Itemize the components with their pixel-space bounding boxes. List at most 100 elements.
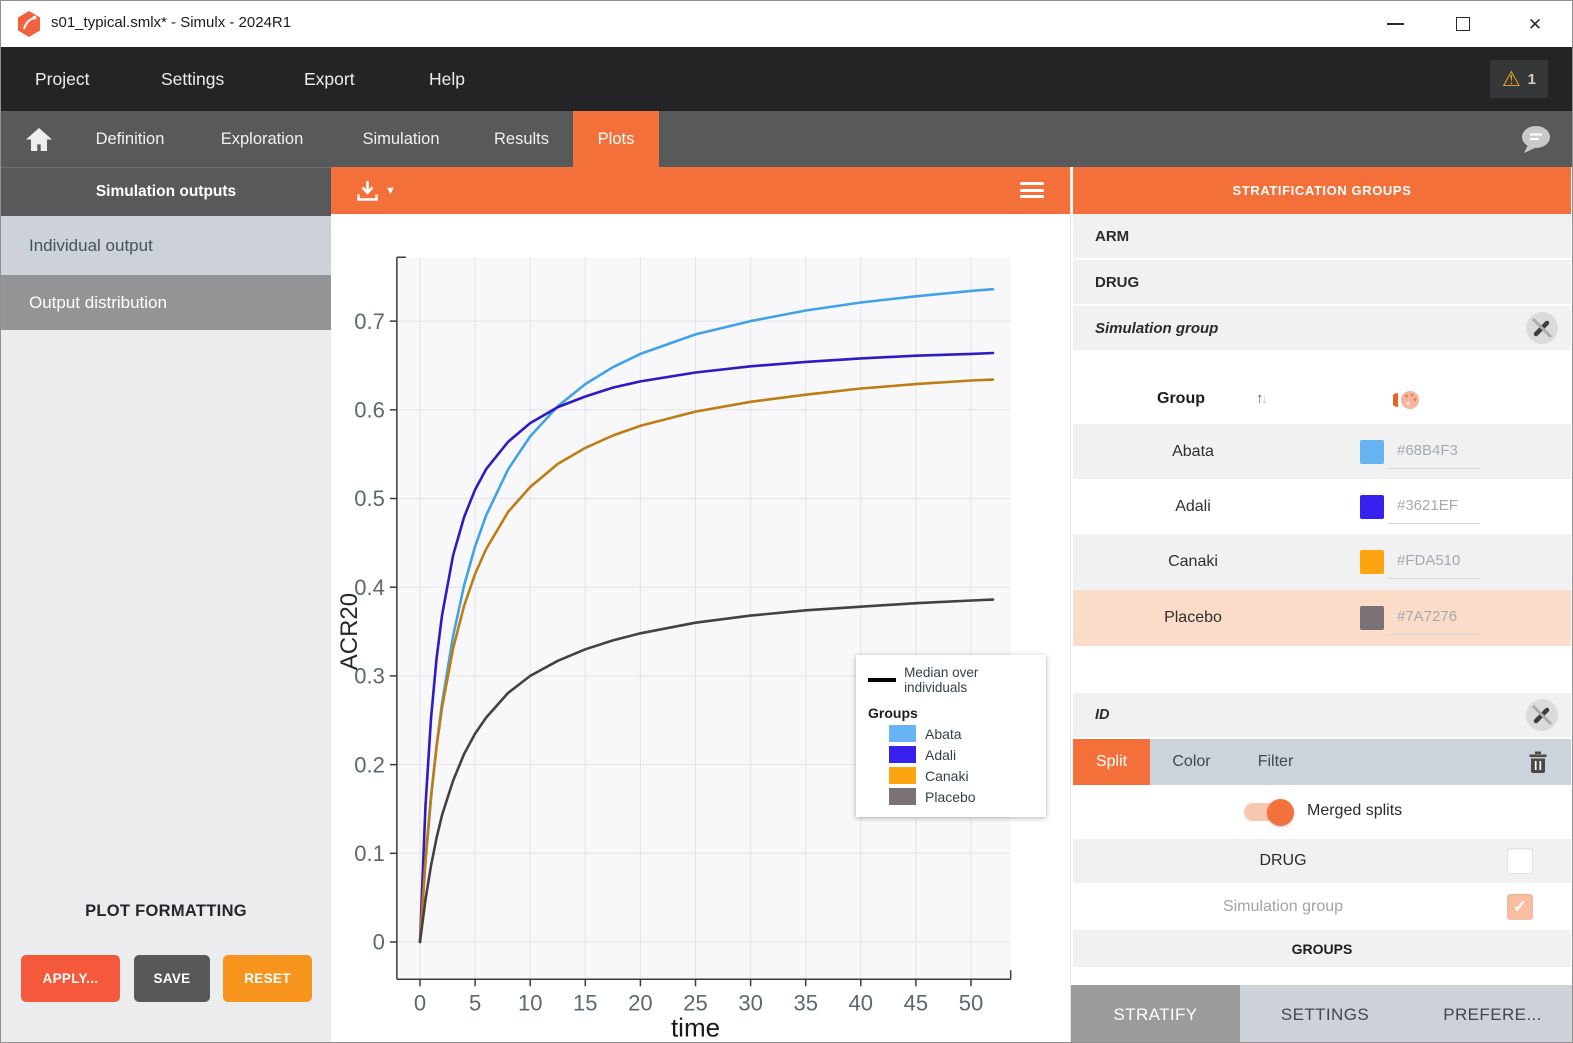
edit-disabled-icon[interactable]: [1525, 311, 1559, 345]
tab-filter[interactable]: Filter: [1233, 739, 1318, 785]
group-row-adali: Adali #3621EF: [1073, 479, 1571, 534]
warnings-badge[interactable]: ⚠ 1: [1490, 60, 1548, 98]
minimize-icon: [1387, 23, 1404, 25]
drug-checkbox[interactable]: [1507, 848, 1533, 874]
svg-text:0: 0: [414, 990, 426, 1015]
svg-text:35: 35: [793, 990, 817, 1015]
plot-menu-button[interactable]: [1020, 179, 1044, 201]
tab-settings[interactable]: SETTINGS: [1240, 985, 1410, 1043]
tab-definition[interactable]: Definition: [75, 111, 185, 167]
panel-bottom-tabs: STRATIFY SETTINGS PREFERE...: [1071, 985, 1573, 1043]
stratification-header: STRATIFICATION GROUPS: [1073, 167, 1571, 214]
caret-down-icon: ▼: [385, 185, 396, 197]
simulation-group-checkbox[interactable]: [1507, 894, 1533, 920]
close-icon: ✕: [1528, 16, 1542, 33]
abata-color-swatch: [889, 725, 916, 742]
adali-color-swatch: [889, 746, 916, 763]
sidebar-item-individual-output[interactable]: Individual output: [1, 216, 331, 275]
warning-icon: ⚠: [1502, 69, 1521, 90]
group-color-hex-input[interactable]: #3621EF: [1388, 488, 1480, 524]
plot-formatting-title: PLOT FORMATTING: [1, 902, 331, 921]
menu-help[interactable]: Help: [429, 47, 465, 111]
close-button[interactable]: ✕: [1513, 1, 1557, 47]
apply-button[interactable]: APPLY...: [21, 955, 120, 1002]
trash-icon[interactable]: [1527, 750, 1549, 774]
plot-legend: Median over individuals Groups Abata Ada…: [856, 655, 1046, 817]
warning-count: 1: [1528, 71, 1536, 88]
group-table-header: Group ↑↓: [1073, 379, 1571, 424]
home-icon: [24, 126, 54, 153]
svg-text:0.6: 0.6: [354, 398, 385, 423]
menu-export[interactable]: Export: [304, 47, 355, 111]
group-name[interactable]: Canaki: [1073, 534, 1313, 590]
covariate-row-drug[interactable]: DRUG: [1073, 260, 1571, 304]
svg-text:20: 20: [628, 990, 652, 1015]
tab-color[interactable]: Color: [1150, 739, 1233, 785]
sort-icon[interactable]: ↑↓: [1256, 390, 1265, 407]
svg-text:40: 40: [849, 990, 873, 1015]
svg-text:ACR20: ACR20: [336, 593, 363, 670]
tab-exploration[interactable]: Exploration: [201, 111, 323, 167]
chat-bubble-icon: [1519, 124, 1553, 155]
tab-split[interactable]: Split: [1073, 739, 1150, 785]
group-name[interactable]: Placebo: [1073, 590, 1313, 646]
tab-results[interactable]: Results: [479, 111, 564, 167]
group-name[interactable]: Adali: [1073, 479, 1313, 534]
covariate-row-id[interactable]: ID: [1073, 693, 1571, 737]
output-distribution-plot: 00.10.20.30.40.50.60.7051015202530354045…: [331, 214, 1070, 1043]
tab-simulation[interactable]: Simulation: [343, 111, 459, 167]
minimize-button[interactable]: [1373, 1, 1417, 47]
merged-splits-label: Merged splits: [1307, 785, 1402, 837]
legend-item-abata: Abata: [868, 725, 1036, 742]
covariate-row-arm[interactable]: ARM: [1073, 214, 1571, 258]
tab-stratify[interactable]: STRATIFY: [1071, 985, 1240, 1043]
menu-bar: Project Settings Export Help ⚠ 1: [1, 47, 1573, 111]
legend-item-adali: Adali: [868, 746, 1036, 763]
tab-plots[interactable]: Plots: [573, 111, 659, 167]
export-plot-button[interactable]: ▼: [355, 175, 396, 206]
reset-button[interactable]: RESET: [223, 955, 312, 1002]
title-bar: s01_typical.smlx* - Simulx - 2024R1 ✕: [1, 1, 1573, 47]
group-color-hex-input[interactable]: #FDA510: [1388, 543, 1480, 579]
median-line-swatch: [868, 678, 896, 682]
svg-text:15: 15: [573, 990, 597, 1015]
group-color-swatch[interactable]: [1360, 495, 1384, 519]
group-color-hex-input[interactable]: #68B4F3: [1388, 433, 1480, 469]
maximize-button[interactable]: [1441, 1, 1485, 47]
group-name[interactable]: Abata: [1073, 424, 1313, 479]
legend-groups-title: Groups: [868, 705, 1036, 721]
svg-text:0.5: 0.5: [354, 486, 385, 511]
group-color-swatch[interactable]: [1360, 440, 1384, 464]
group-color-swatch[interactable]: [1360, 550, 1384, 574]
svg-text:10: 10: [518, 990, 542, 1015]
window-title: s01_typical.smlx* - Simulx - 2024R1: [51, 14, 291, 31]
feedback-button[interactable]: [1512, 111, 1560, 167]
legend-item-canaki: Canaki: [868, 767, 1036, 784]
group-row-placebo: Placebo #7A7276: [1073, 590, 1571, 646]
merged-splits-toggle[interactable]: [1244, 803, 1291, 821]
group-color-hex-input[interactable]: #7A7276: [1388, 599, 1480, 635]
svg-text:0: 0: [373, 930, 385, 955]
plots-sidebar: Simulation outputs Individual output Out…: [1, 167, 331, 1043]
group-color-swatch[interactable]: [1360, 606, 1384, 630]
legend-item-placebo: Placebo: [868, 788, 1036, 805]
palette-icon[interactable]: [1393, 388, 1421, 412]
stratification-panel: STRATIFICATION GROUPS ARM DRUG Simulatio…: [1070, 167, 1573, 1043]
groups-section-header[interactable]: GROUPS: [1073, 930, 1571, 967]
svg-text:0.1: 0.1: [354, 841, 385, 866]
svg-text:0.2: 0.2: [354, 752, 385, 777]
menu-settings[interactable]: Settings: [161, 47, 224, 111]
tab-preferences[interactable]: PREFERE...: [1410, 985, 1573, 1043]
svg-text:50: 50: [959, 990, 983, 1015]
sidebar-item-output-distribution[interactable]: Output distribution: [1, 275, 331, 330]
group-column-header: Group: [1157, 390, 1205, 408]
plot-toolbar: ▼: [331, 167, 1070, 214]
home-button[interactable]: [17, 111, 61, 167]
save-button[interactable]: SAVE: [134, 955, 210, 1002]
median-legend-label: Median over individuals: [904, 665, 1036, 695]
stratify-action-tabs: Split Color Filter: [1073, 739, 1571, 785]
edit-disabled-icon[interactable]: [1525, 698, 1559, 732]
canaki-color-swatch: [889, 767, 916, 784]
menu-project[interactable]: Project: [35, 47, 89, 111]
covariate-row-simulation-group[interactable]: Simulation group: [1073, 306, 1571, 350]
